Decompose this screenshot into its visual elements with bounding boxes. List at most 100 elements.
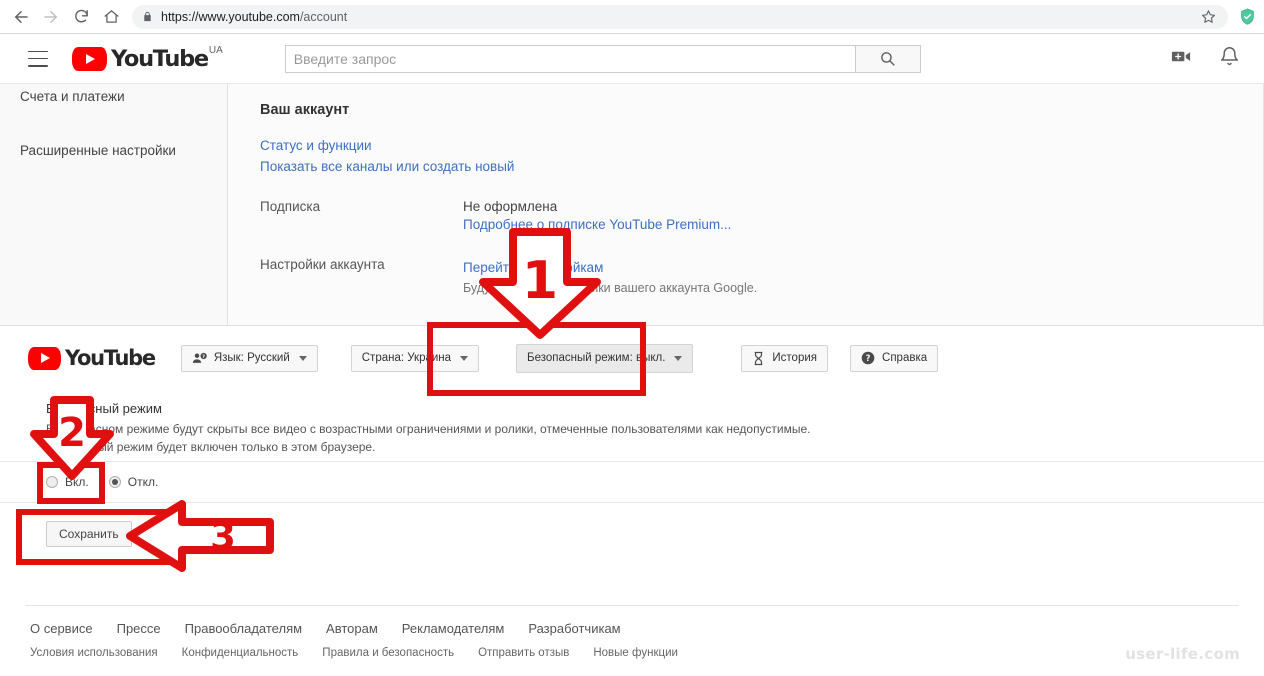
youtube-footer-logo-text: YouTube [65,346,156,370]
safe-mode-description-line1: В безопасном режиме будут скрыты все вид… [46,422,811,436]
reload-icon [74,9,88,23]
save-button[interactable]: Сохранить [46,521,132,547]
safe-mode-description-line2: Безопасный режим будет включен только в … [46,440,376,454]
radio-label-off: Откл. [127,475,159,489]
search-icon [881,52,895,66]
history-button-label: История [772,352,818,364]
history-button[interactable]: История [741,344,829,372]
link-show-channels[interactable]: Показать все каналы или создать новый [260,156,1263,177]
help-button[interactable]: ? Справка [850,344,939,372]
address-bar[interactable]: https://www.youtube.com/account [132,4,1228,29]
forward-button[interactable] [36,2,66,32]
subscription-status: Не оформлена [463,199,558,214]
footer-link-policy-safety[interactable]: Правила и безопасность [322,647,454,659]
search-input[interactable] [284,44,855,73]
footer-link-terms[interactable]: Условия использования [30,647,158,659]
svg-text:?: ? [866,353,871,363]
safe-mode-description-block: Безопасный режим В безопасном режиме буд… [46,401,1096,456]
footer-links-secondary: Условия использования Конфиденциальность… [30,647,678,659]
youtube-footer-logo[interactable]: YouTube [28,346,156,370]
sidebar-item-label: Расширенные настройки [20,143,176,158]
footer-link-developers[interactable]: Разработчикам [528,621,620,636]
footer-link-privacy[interactable]: Конфиденциальность [182,647,299,659]
account-row-subscription: Подписка Не оформлена Подробнее о подпис… [260,199,1263,235]
link-premium-details[interactable]: Подробнее о подписке YouTube Premium... [463,214,731,235]
browser-toolbar: https://www.youtube.com/account [0,0,1264,34]
url-domain: https://www.youtube.com [161,9,300,24]
person-question-icon: ? [192,352,207,365]
footer-link-new-features[interactable]: Новые функции [593,647,678,659]
hamburger-menu-icon[interactable] [28,50,48,67]
home-button[interactable] [96,2,126,32]
radio-label-on: Вкл. [65,475,89,489]
home-icon [103,10,119,23]
radio-option-on[interactable]: Вкл. [46,475,89,489]
sidebar-item-label: Счета и платежи [20,89,125,104]
country-button[interactable]: Страна: Украина [350,344,480,372]
forward-arrow-icon [44,10,57,23]
svg-text:?: ? [202,354,205,360]
annotation-step-number-3: 3 [210,515,236,558]
video-camera-add-icon[interactable] [1170,45,1193,73]
link-go-to-settings[interactable]: Перейти к настройкам [463,257,757,278]
back-arrow-icon [15,10,28,23]
account-settings-region: Счета и платежи Расширенные настройки Ва… [0,84,1264,326]
shield-extension-icon[interactable] [1236,6,1258,28]
screenshot-root: https://www.youtube.com/account YouTube … [0,0,1264,676]
search-bar [284,44,921,73]
bell-icon[interactable] [1219,46,1240,72]
chevron-down-icon [674,355,683,361]
row-label: Настройки аккаунта [260,257,385,272]
safe-mode-radio-group: Вкл. Откл. [46,475,158,489]
settings-hint-text: Будут открыты настройки вашего аккаунта … [463,281,758,295]
youtube-logo[interactable]: YouTube UA [72,44,223,72]
language-button-label: Язык: Русский [213,352,290,364]
safe-mode-heading: Безопасный режим [46,401,162,416]
footer-link-send-feedback[interactable]: Отправить отзыв [478,647,569,659]
sidebar-item-billing[interactable]: Счета и платежи [0,86,227,114]
country-button-label: Страна: Украина [361,352,452,364]
lock-icon [142,11,153,22]
help-button-label: Справка [882,352,928,364]
hourglass-icon [752,351,765,366]
link-status-features[interactable]: Статус и функции [260,135,1263,156]
question-circle-icon: ? [861,351,875,365]
settings-sidebar: Счета и платежи Расширенные настройки [0,84,228,325]
language-button[interactable]: ? Язык: Русский [180,344,318,372]
masthead-actions [1170,45,1240,73]
back-button[interactable] [6,2,36,32]
youtube-country-code: UA [208,44,223,56]
row-value-group: Не оформлена Подробнее о подписке YouTub… [463,199,731,235]
divider-above-radios [0,461,1264,462]
url-path: /account [299,9,348,24]
footer-link-advertisers[interactable]: Рекламодателям [402,621,505,636]
annotation-arrow-3: 3 [126,500,274,572]
footer-link-copyright[interactable]: Правообладателям [185,621,302,636]
youtube-logo-text: YouTube [111,45,209,72]
account-content-pane: Ваш аккаунт Статус и функции Показать вс… [228,84,1264,325]
footer-link-creators[interactable]: Авторам [326,621,378,636]
row-label: Подписка [260,199,321,214]
account-row-settings: Настройки аккаунта Перейти к настройкам … [260,257,1263,295]
safe-mode-button[interactable]: Безопасный режим: выкл. [516,343,694,373]
safe-mode-button-label: Безопасный режим: выкл. [527,352,666,364]
radio-option-off[interactable]: Откл. [108,475,159,489]
radio-button-on[interactable] [46,476,58,488]
divider-below-radios [0,502,1264,503]
chevron-down-icon [460,355,469,361]
reload-button[interactable] [66,2,96,32]
footer-link-about[interactable]: О сервисе [30,621,93,636]
footer-links-primary: О сервисе Прессе Правообладателям Автора… [30,621,621,636]
row-value-group: Перейти к настройкам Будут открыты настр… [463,257,757,295]
search-button[interactable] [854,44,921,73]
radio-button-off[interactable] [108,476,121,488]
bookmark-star-icon[interactable] [1201,9,1218,24]
page-title: Ваш аккаунт [260,102,350,118]
chevron-down-icon [298,355,307,361]
shield-icon [1240,8,1254,25]
sidebar-item-advanced[interactable]: Расширенные настройки [0,114,227,168]
footer-link-press[interactable]: Прессе [117,621,161,636]
watermark: user-life.com [1125,645,1240,663]
safety-toolbar: YouTube ? Язык: Русский Страна: Украина [0,333,1264,383]
youtube-play-icon [72,46,107,71]
